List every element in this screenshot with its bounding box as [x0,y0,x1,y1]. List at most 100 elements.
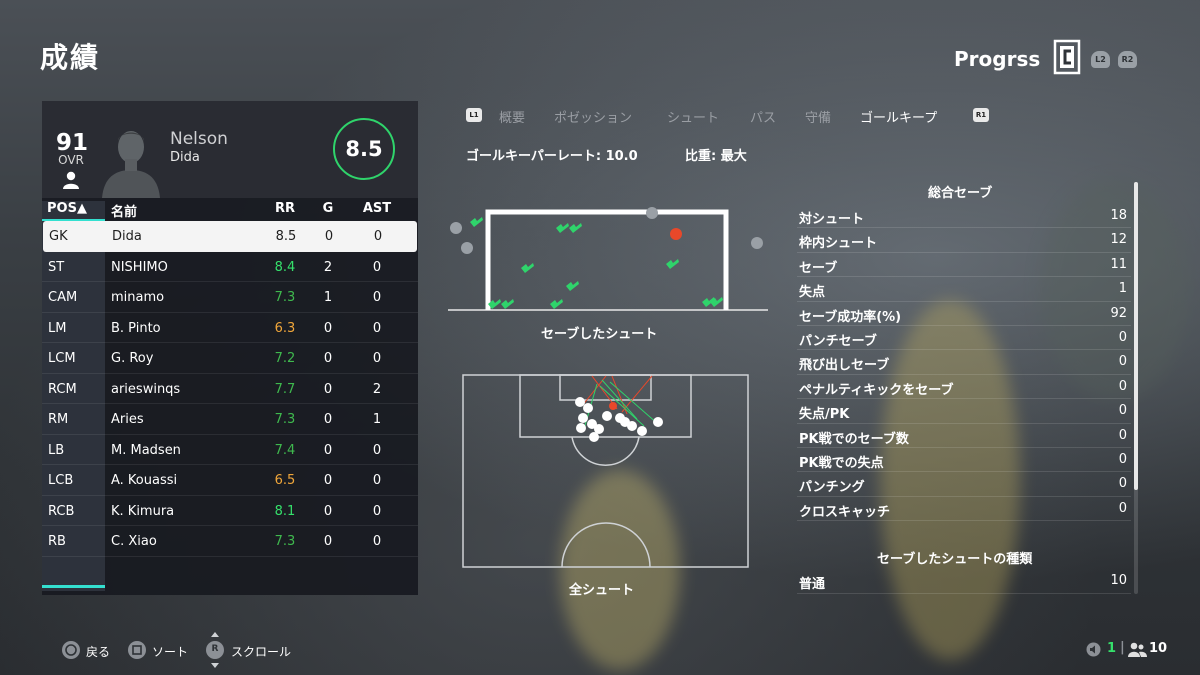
table-header: POS▲ 名前 RR G AST [42,199,418,221]
player-assists: 2 [372,381,382,397]
player-row[interactable]: LB M. Madsen 7.4 0 0 [42,435,418,465]
ovr-label: OVR [58,153,84,167]
stat-label: PK戦でのセーブ数 [799,431,909,447]
shot-off-target [450,222,462,234]
player-row[interactable]: LCB A. Kouassi 6.5 0 0 [42,465,418,496]
stat-row: 失点/PK 0 [797,399,1131,424]
stat-value: 0 [1118,427,1127,443]
stat-value: 0 [1118,451,1127,467]
header-assists[interactable]: AST [360,201,394,216]
tab-possession[interactable]: ポゼッション [554,107,632,126]
player-goals: 0 [323,381,333,397]
player-assists: 0 [372,473,382,488]
player-rating: 8.5 [275,229,297,244]
player-goals: 0 [323,442,333,458]
player-position: RB [48,534,66,549]
stat-label: パンチング [799,480,865,496]
stat-label: PK戦での失点 [799,455,884,471]
sort-label[interactable]: ソート [152,643,188,660]
stat-value: 11 [1110,256,1127,272]
square-button-icon[interactable] [128,641,146,659]
stat-value: 18 [1110,208,1127,223]
player-goals: 0 [323,412,333,427]
save-glove-icon [666,259,679,269]
player-rating: 6.5 [274,473,296,488]
stat-row: パンチング 0 [797,472,1131,497]
player-first-name: Nelson [170,129,228,149]
stat-value: 0 [1118,500,1127,516]
stat-label: セーブ [799,260,838,276]
player-row[interactable]: GK Dida 8.5 0 0 [43,221,417,252]
player-name: C. Xiao [111,534,157,549]
l2-button-icon[interactable]: L2 [1091,51,1110,68]
player-row[interactable]: RCB K. Kimura 8.1 0 0 [42,496,418,526]
player-assists: 0 [372,320,382,336]
player-row[interactable]: LM B. Pinto 6.3 0 0 [42,313,418,343]
save-glove-icon [556,223,569,233]
speaker-count: 1 [1107,641,1117,656]
total-saves-title: 総合セーブ [928,186,993,201]
player-rating: 7.3 [274,412,296,427]
player-table-body: GK Dida 8.5 0 0 ST NISHIMO 8.4 2 0 CAM minamo 7.3 1 0 L… [42,221,418,557]
save-glove-icon [501,299,514,309]
tab-goalkeeping[interactable]: ゴールキープ [860,107,937,126]
player-rating: 8.1 [274,503,296,519]
stat-value: 12 [1110,232,1127,248]
stat-label: 対シュート [799,212,865,227]
save-glove-icon [566,281,579,291]
rating-weight: 比重: 最大 [685,149,747,164]
save-glove-icon [521,263,534,273]
header-rr[interactable]: RR [268,201,302,216]
player-row[interactable]: RB C. Xiao 7.3 0 0 [42,526,418,557]
back-label[interactable]: 戻る [86,643,110,660]
stat-row: PK戦でのセーブ数 0 [797,424,1131,448]
player-rating: 7.2 [274,351,296,366]
stat-label: 失点/PK [799,407,850,423]
mode-title: Progrss [954,47,1041,71]
player-position: ST [48,259,65,275]
player-name: Aries [111,412,144,427]
stat-value: 1 [1118,281,1127,297]
stat-row: 失点 1 [797,277,1131,302]
player-rating: 6.3 [274,320,296,336]
tab-passing[interactable]: パス [750,107,776,126]
r2-button-icon[interactable]: R2 [1118,51,1137,68]
circle-button-icon[interactable] [62,641,80,659]
player-assists: 0 [372,442,382,458]
tab-shooting[interactable]: シュート [667,107,719,126]
scroll-label: スクロール [231,645,292,659]
player-name: A. Kouassi [111,473,178,488]
player-row[interactable]: CAM minamo 7.3 1 0 [42,282,418,313]
tab-overview[interactable]: 概要 [499,107,525,126]
player-assists: 0 [372,351,382,366]
pitch-lines [462,374,749,568]
player-assists: 0 [372,534,382,549]
stat-row: セーブ 11 [797,253,1131,278]
player-goals: 0 [323,473,333,488]
player-rating: 7.7 [274,381,296,397]
player-goals: 0 [323,320,333,336]
player-name: arieswinqs [111,381,181,397]
goal-shot-marker [609,402,617,410]
tab-defending[interactable]: 守備 [805,107,831,126]
l1-button-icon[interactable]: L1 [466,108,482,122]
player-goals: 2 [323,259,333,275]
stat-label: ペナルティキックをセーブ [799,382,954,398]
stats-scrollbar-thumb[interactable] [1134,182,1138,490]
right-stick-letter: R [211,644,219,654]
stat-label: セーブ成功率(%) [799,309,902,325]
r1-button-icon[interactable]: R1 [973,108,989,122]
player-row[interactable]: ST NISHIMO 8.4 2 0 [42,252,418,282]
player-position: LB [48,442,65,458]
stat-row: ペナルティキックをセーブ 0 [797,375,1131,400]
player-rating: 7.3 [274,534,296,549]
player-row[interactable]: RM Aries 7.3 0 1 [42,404,418,435]
player-row[interactable]: RCM arieswinqs 7.7 0 2 [42,374,418,404]
header-goals[interactable]: G [318,201,338,216]
player-row[interactable]: LCM G. Roy 7.2 0 0 [42,343,418,374]
header-pos[interactable]: POS▲ [47,201,87,216]
header-name[interactable]: 名前 [111,201,137,220]
speaker-icon [1086,642,1101,657]
save-glove-icon [550,299,563,309]
right-stick-icon[interactable]: R [206,641,224,659]
